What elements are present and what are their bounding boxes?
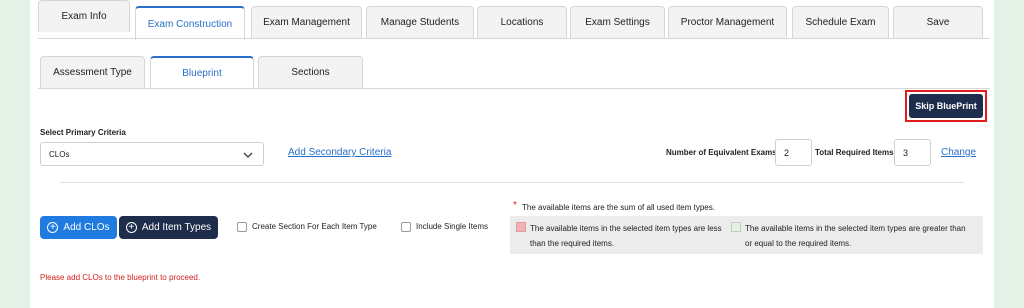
add-clos-label: Add CLOs <box>63 222 110 233</box>
tab-blueprint[interactable]: Blueprint <box>150 56 254 89</box>
tab-exam-construction[interactable]: Exam Construction <box>135 6 245 40</box>
tab-label: Manage Students <box>380 17 460 28</box>
tab-label: Sections <box>291 67 330 78</box>
create-section-checkbox[interactable] <box>237 222 247 232</box>
create-section-label: Create Section For Each Item Type <box>252 222 377 231</box>
section-divider <box>60 182 964 183</box>
total-required-items-label: Total Required Items: <box>815 148 897 157</box>
plus-circle-icon: + <box>47 222 59 233</box>
legend-greater-line1: The available items in the selected item… <box>745 224 966 233</box>
legend-box: The available items in the selected item… <box>510 216 983 254</box>
change-link[interactable]: Change <box>941 147 976 158</box>
subtab-divider <box>38 88 990 89</box>
include-single-items-label: Include Single Items <box>416 222 489 231</box>
tab-manage-students[interactable]: Manage Students <box>366 6 474 38</box>
chevron-down-icon <box>243 152 253 158</box>
tab-sections[interactable]: Sections <box>258 56 363 88</box>
tab-label: Schedule Exam <box>805 17 876 28</box>
required-star: * <box>513 200 517 211</box>
tab-assessment-type[interactable]: Assessment Type <box>40 56 145 88</box>
tab-exam-info[interactable]: Exam Info <box>38 0 130 32</box>
add-item-types-button[interactable]: + Add Item Types <box>119 216 218 239</box>
tab-exam-settings[interactable]: Exam Settings <box>570 6 665 38</box>
tab-save[interactable]: Save <box>893 6 983 38</box>
tab-proctor-management[interactable]: Proctor Management <box>668 6 787 38</box>
tab-label: Locations <box>500 17 544 28</box>
tab-divider <box>38 38 990 39</box>
tab-label: Exam Management <box>263 17 350 28</box>
legend-less-text: The available items in the selected item… <box>530 221 722 251</box>
primary-criteria-select[interactable]: CLOs <box>40 142 264 166</box>
plus-circle-icon: + <box>125 222 137 233</box>
legend-greater-line2: or equal to the required items. <box>745 239 852 248</box>
legend-less-line2: than the required items. <box>530 239 615 248</box>
greater-swatch <box>731 222 741 232</box>
primary-criteria-label: Select Primary Criteria <box>40 128 126 137</box>
tab-label: Save <box>926 17 950 28</box>
equivalent-exams-input[interactable] <box>775 139 812 166</box>
tab-label: Blueprint <box>182 68 222 79</box>
tab-label: Exam Construction <box>147 18 233 30</box>
add-clos-button[interactable]: + Add CLOs <box>40 216 117 239</box>
tab-schedule-exam[interactable]: Schedule Exam <box>792 6 889 38</box>
add-item-types-label: Add Item Types <box>141 222 212 233</box>
include-single-items-checkbox[interactable] <box>401 222 411 232</box>
legend-greater-text: The available items in the selected item… <box>745 221 966 251</box>
equivalent-exams-label: Number of Equivalent Exams: <box>666 148 780 157</box>
legend-less-line1: The available items in the selected item… <box>530 224 722 233</box>
primary-criteria-value: CLOs <box>49 150 70 159</box>
error-message: Please add CLOs to the blueprint to proc… <box>40 273 201 282</box>
tab-label: Assessment Type <box>53 67 132 78</box>
tab-label: Proctor Management <box>680 17 775 28</box>
total-required-items-input[interactable] <box>894 139 931 166</box>
tab-exam-management[interactable]: Exam Management <box>251 6 362 38</box>
less-swatch <box>516 222 526 232</box>
skip-blueprint-button[interactable]: Skip BluePrint <box>909 94 983 118</box>
legend-note: The available items are the sum of all u… <box>522 203 715 212</box>
tab-label: Exam Settings <box>585 17 650 28</box>
tab-locations[interactable]: Locations <box>477 6 567 38</box>
tab-label: Exam Info <box>61 11 107 22</box>
add-secondary-criteria-link[interactable]: Add Secondary Criteria <box>288 147 391 158</box>
